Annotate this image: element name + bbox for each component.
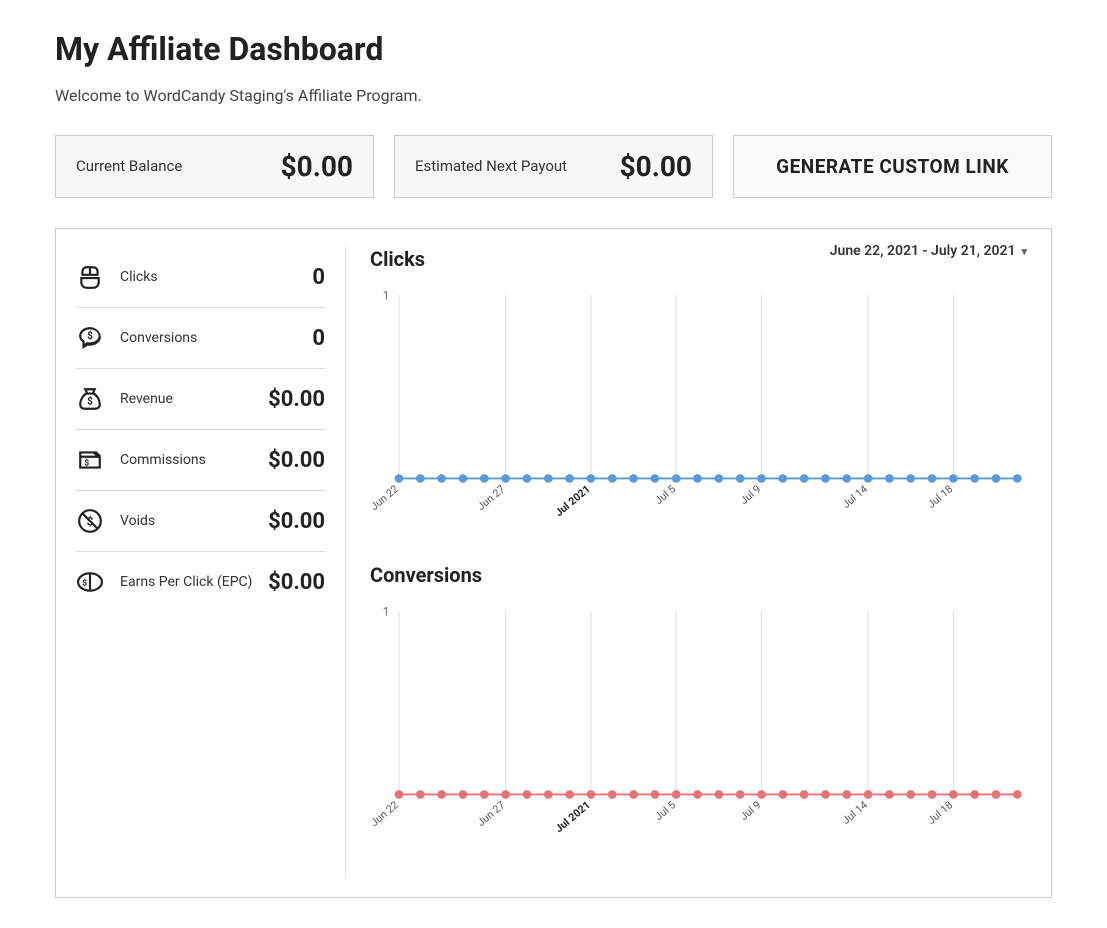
svg-text:1: 1 (383, 605, 390, 619)
summary-cards-row: Current Balance $0.00 Estimated Next Pay… (55, 135, 1052, 198)
main-panel: Clicks 0 $ Conversions 0 $ Revenue $0.00 (55, 228, 1052, 898)
svg-text:Jul 5: Jul 5 (652, 798, 678, 823)
conversions-chart-svg: 1 Jun 22 Jun 27 Jul 2021 Jul 5 Jul 9 Jul 14 Jul… (370, 597, 1027, 847)
page-title: My Affiliate Dashboard (55, 30, 1052, 68)
metric-value: $0.00 (268, 448, 325, 473)
payment-icon: $ (76, 446, 104, 474)
metric-revenue[interactable]: $ Revenue $0.00 (76, 369, 325, 430)
svg-text:Jul 18: Jul 18 (925, 798, 955, 827)
conversions-chart: Conversions 1 Jun 22 Jun 27 Jul 2021 Jul 5 Ju… (370, 563, 1027, 851)
mouse-icon (76, 263, 104, 291)
svg-text:Jun 22: Jun 22 (370, 798, 401, 829)
clicks-chart: Clicks 1Jun 22Jun 27Jul 2021Jul 5Jul 9Ju… (370, 247, 1027, 535)
no-money-icon: $ (76, 507, 104, 535)
svg-text:$: $ (87, 396, 93, 407)
metric-commissions[interactable]: $ Commissions $0.00 (76, 430, 325, 491)
svg-text:$: $ (87, 331, 93, 342)
metric-value: 0 (312, 265, 325, 290)
metric-conversions[interactable]: $ Conversions 0 (76, 308, 325, 369)
estimated-payout-card: Estimated Next Payout $0.00 (394, 135, 713, 198)
svg-text:Jun 22: Jun 22 (370, 482, 401, 513)
chevron-down-icon: ▾ (1021, 245, 1027, 258)
svg-text:$: $ (84, 457, 89, 468)
metric-label: Conversions (120, 330, 197, 346)
svg-text:Jul 18: Jul 18 (925, 482, 955, 511)
svg-text:Jul 5: Jul 5 (652, 482, 678, 507)
metric-epc[interactable]: $ Earns Per Click (EPC) $0.00 (76, 552, 325, 612)
money-bag-icon: $ (76, 385, 104, 413)
date-range-label: June 22, 2021 - July 21, 2021 (830, 243, 1016, 259)
generate-custom-link-button[interactable]: GENERATE CUSTOM LINK (733, 135, 1052, 198)
metric-value: $0.00 (268, 387, 325, 412)
svg-text:Jun 27: Jun 27 (475, 482, 508, 513)
svg-text:Jul 9: Jul 9 (738, 798, 764, 823)
metric-value: 0 (312, 326, 325, 351)
metric-label: Revenue (120, 391, 173, 407)
payout-value: $0.00 (620, 150, 692, 183)
svg-text:Jul 14: Jul 14 (840, 482, 870, 511)
metric-label: Voids (120, 513, 155, 529)
svg-text:Jul 14: Jul 14 (840, 798, 870, 827)
metric-voids[interactable]: $ Voids $0.00 (76, 491, 325, 552)
chart-area: June 22, 2021 - July 21, 2021 ▾ Clicks 1… (346, 247, 1051, 879)
welcome-text: Welcome to WordCandy Staging's Affiliate… (55, 86, 1052, 105)
svg-text:Jul 9: Jul 9 (738, 482, 764, 507)
metrics-sidebar: Clicks 0 $ Conversions 0 $ Revenue $0.00 (56, 247, 346, 879)
svg-text:Jul 2021: Jul 2021 (553, 798, 593, 835)
metric-clicks[interactable]: Clicks 0 (76, 247, 325, 308)
metric-label: Commissions (120, 452, 206, 468)
balance-label: Current Balance (76, 157, 182, 177)
metric-label: Clicks (120, 269, 158, 285)
date-range-picker[interactable]: June 22, 2021 - July 21, 2021 ▾ (830, 243, 1027, 259)
clicks-chart-svg: 1 Jun 22 Jun 27 Jul 2021 Jul 5 Jul 9 Jul 14 Jul… (370, 281, 1027, 531)
current-balance-card: Current Balance $0.00 (55, 135, 374, 198)
svg-text:Jun 27: Jun 27 (475, 798, 508, 829)
epc-icon: $ (76, 568, 104, 596)
metric-value: $0.00 (268, 509, 325, 534)
payout-label: Estimated Next Payout (415, 157, 567, 177)
svg-text:1: 1 (383, 289, 390, 303)
svg-text:Jul 2021: Jul 2021 (553, 482, 593, 519)
chat-money-icon: $ (76, 324, 104, 352)
metric-value: $0.00 (268, 570, 325, 595)
svg-text:$: $ (82, 577, 87, 588)
balance-value: $0.00 (281, 150, 353, 183)
chart-title: Conversions (370, 563, 1027, 587)
metric-label: Earns Per Click (EPC) (120, 574, 252, 590)
